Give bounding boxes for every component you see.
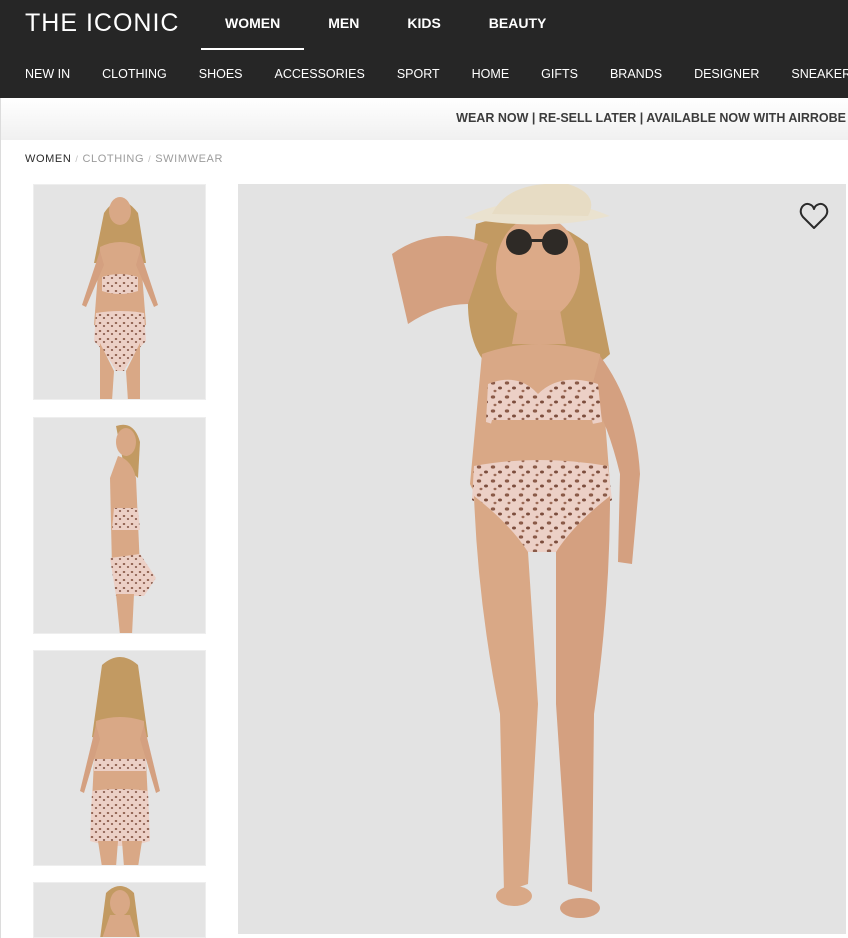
nav-item-sport[interactable]: SPORT bbox=[397, 60, 440, 88]
promo-banner[interactable]: WEAR NOW | RE-SELL LATER | AVAILABLE NOW… bbox=[0, 98, 848, 140]
gender-tabs: WOMEN MEN KIDS BEAUTY bbox=[201, 0, 570, 50]
nav-item-home[interactable]: HOME bbox=[472, 60, 510, 88]
model-photo-side-thumb bbox=[34, 418, 205, 633]
breadcrumb-swimwear[interactable]: SWIMWEAR bbox=[155, 153, 223, 165]
nav-item-brands[interactable]: BRANDS bbox=[610, 60, 662, 88]
nav-item-gifts[interactable]: GIFTS bbox=[541, 60, 578, 88]
left-divider bbox=[0, 140, 1, 938]
main-product-image[interactable] bbox=[238, 184, 846, 934]
breadcrumb-clothing[interactable]: CLOTHING bbox=[83, 153, 145, 165]
nav-item-designer[interactable]: DESIGNER bbox=[694, 60, 759, 88]
heart-icon[interactable] bbox=[798, 200, 830, 232]
model-photo-front-thumb bbox=[34, 185, 205, 399]
site-logo[interactable]: THE ICONIC bbox=[25, 9, 179, 38]
nav-item-sneakerhub[interactable]: SNEAKERHUB bbox=[791, 60, 848, 88]
tab-women[interactable]: WOMEN bbox=[201, 0, 305, 50]
thumbnail-front-alt[interactable] bbox=[33, 882, 206, 938]
tab-kids[interactable]: KIDS bbox=[383, 0, 464, 50]
nav-item-accessories[interactable]: ACCESSORIES bbox=[275, 60, 365, 88]
breadcrumb-separator: / bbox=[75, 154, 79, 164]
model-photo-front bbox=[238, 184, 846, 934]
tab-beauty[interactable]: BEAUTY bbox=[465, 0, 571, 50]
model-photo-back-thumb bbox=[34, 651, 205, 865]
site-header: THE ICONIC WOMEN MEN KIDS BEAUTY NEW IN … bbox=[0, 0, 848, 98]
thumbnail-front[interactable] bbox=[33, 184, 206, 400]
category-nav: NEW IN CLOTHING SHOES ACCESSORIES SPORT … bbox=[25, 60, 848, 88]
breadcrumb-separator: / bbox=[148, 154, 152, 164]
nav-item-clothing[interactable]: CLOTHING bbox=[102, 60, 167, 88]
breadcrumb: WOMEN / CLOTHING / SWIMWEAR bbox=[25, 153, 223, 165]
breadcrumb-women[interactable]: WOMEN bbox=[25, 153, 71, 165]
tab-men[interactable]: MEN bbox=[304, 0, 383, 50]
thumbnail-side[interactable] bbox=[33, 417, 206, 634]
promo-banner-text: WEAR NOW | RE-SELL LATER | AVAILABLE NOW… bbox=[456, 111, 846, 125]
nav-item-shoes[interactable]: SHOES bbox=[199, 60, 243, 88]
thumbnail-back[interactable] bbox=[33, 650, 206, 866]
model-photo-front-alt-thumb bbox=[34, 883, 205, 937]
nav-item-new-in[interactable]: NEW IN bbox=[25, 60, 70, 88]
